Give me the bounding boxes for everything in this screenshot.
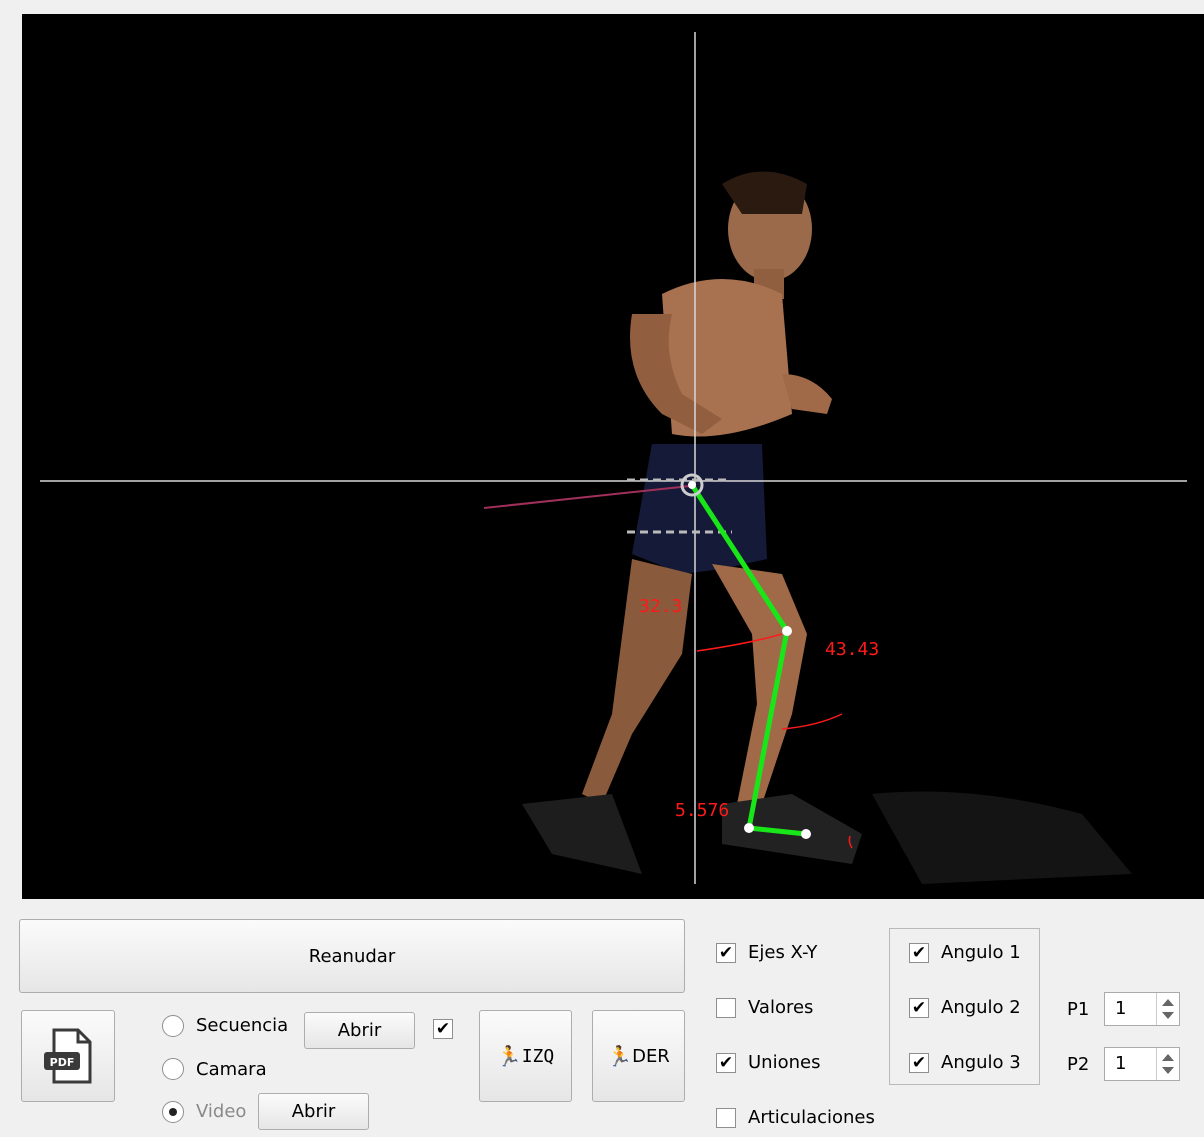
resume-label: Reanudar <box>308 945 396 967</box>
angulo3-label: Angulo 3 <box>941 1052 1021 1073</box>
ejes-label: Ejes X-Y <box>748 942 818 963</box>
p2-stepper-arrows[interactable] <box>1156 1048 1179 1080</box>
resume-button[interactable]: Reanudar <box>19 919 685 993</box>
knee-joint <box>782 626 792 636</box>
pdf-file-icon: PDF <box>44 1028 92 1084</box>
pdf-export-button[interactable]: PDF <box>21 1010 115 1102</box>
uniones-label: Uniones <box>748 1052 821 1073</box>
angulo2-label: Angulo 2 <box>941 997 1021 1018</box>
spin-down-icon[interactable] <box>1162 1067 1174 1074</box>
angulo2-checkbox[interactable]: ✔ <box>909 998 929 1018</box>
sequence-toggle-checkbox[interactable]: ✔ <box>433 1019 453 1039</box>
video-label: Video <box>196 1101 247 1122</box>
left-leg-button[interactable]: 🏃 IZQ <box>479 1010 572 1102</box>
toe-joint <box>801 829 811 839</box>
video-radio[interactable] <box>162 1101 184 1123</box>
svg-text:PDF: PDF <box>50 1056 75 1069</box>
ejes-checkbox[interactable]: ✔ <box>716 943 736 963</box>
open-video-label: Abrir <box>291 1101 336 1122</box>
spin-up-icon[interactable] <box>1162 999 1174 1006</box>
p2-spinbox[interactable]: 1 <box>1104 1047 1180 1081</box>
p2-label: P2 <box>1067 1054 1090 1075</box>
izq-label: IZQ <box>521 1045 555 1067</box>
angle-1-label: 32.3 <box>639 596 682 617</box>
secuencia-label: Secuencia <box>196 1015 289 1036</box>
video-viewport[interactable]: 32.3 43.43 5.576 <box>22 14 1204 899</box>
open-sequence-button[interactable]: Abrir <box>304 1012 415 1049</box>
angle-2-label: 43.43 <box>825 639 879 660</box>
valores-checkbox[interactable] <box>716 998 736 1018</box>
spin-down-icon[interactable] <box>1162 1012 1174 1019</box>
articulaciones-checkbox[interactable] <box>716 1108 736 1128</box>
spin-up-icon[interactable] <box>1162 1054 1174 1061</box>
runner-figure <box>522 171 1132 884</box>
angulo1-label: Angulo 1 <box>941 942 1021 963</box>
p1-label: P1 <box>1067 999 1090 1020</box>
valores-label: Valores <box>748 997 814 1018</box>
angulo3-checkbox[interactable]: ✔ <box>909 1053 929 1073</box>
angulo1-checkbox[interactable]: ✔ <box>909 943 929 963</box>
p1-value: 1 <box>1115 998 1127 1019</box>
open-sequence-label: Abrir <box>337 1020 382 1041</box>
right-leg-button[interactable]: 🏃 DER <box>592 1010 685 1102</box>
uniones-checkbox[interactable]: ✔ <box>716 1053 736 1073</box>
der-label: DER <box>632 1045 670 1067</box>
runner-right-icon: 🏃 <box>607 1044 633 1068</box>
articulaciones-label: Articulaciones <box>748 1107 875 1128</box>
ankle-joint <box>744 823 754 833</box>
secuencia-radio[interactable] <box>162 1015 184 1037</box>
runner-left-icon: 🏃 <box>496 1044 522 1068</box>
pose-overlay: 32.3 43.43 5.576 <box>40 32 1187 884</box>
p1-stepper-arrows[interactable] <box>1156 993 1179 1025</box>
camara-radio[interactable] <box>162 1058 184 1080</box>
p1-spinbox[interactable]: 1 <box>1104 992 1180 1026</box>
camara-label: Camara <box>196 1059 267 1080</box>
p2-value: 1 <box>1115 1053 1127 1074</box>
angle-3-label: 5.576 <box>675 800 729 821</box>
open-video-button[interactable]: Abrir <box>258 1093 369 1130</box>
